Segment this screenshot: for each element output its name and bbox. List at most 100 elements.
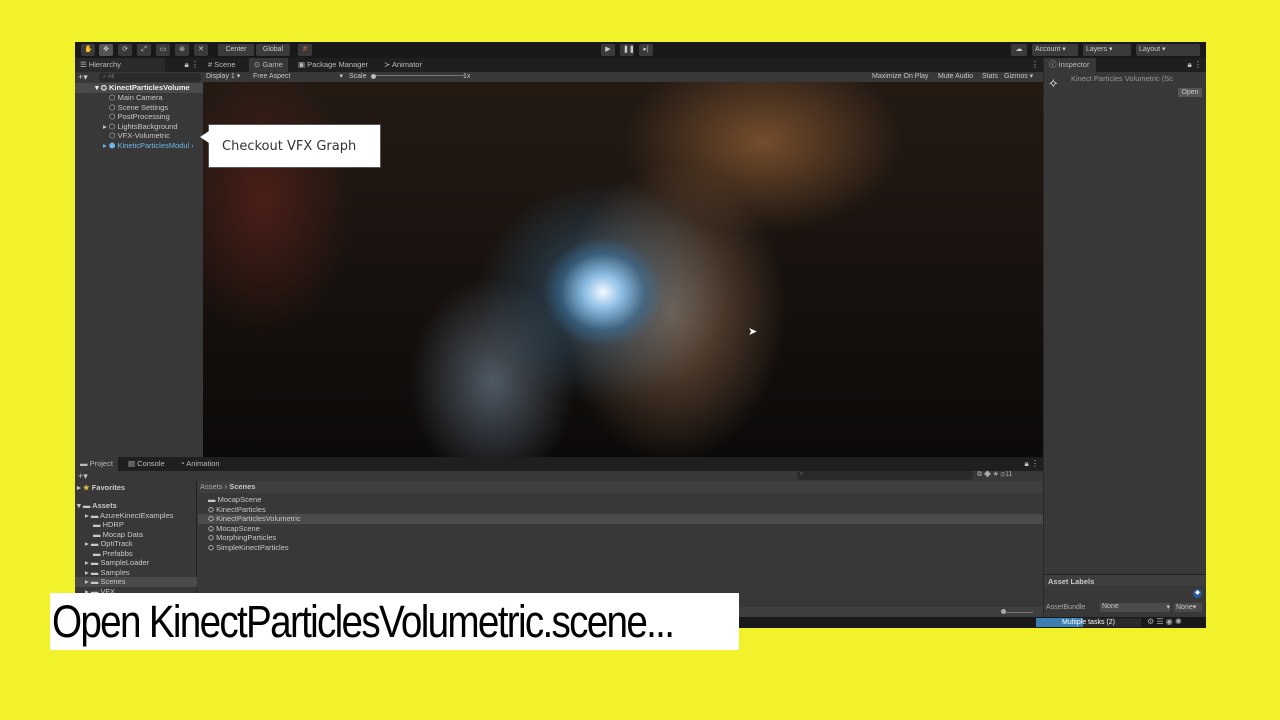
tab-label: Scene bbox=[214, 60, 236, 69]
scale-slider-handle[interactable] bbox=[371, 74, 376, 79]
variant-value: None bbox=[1176, 604, 1193, 611]
hand-tool-icon[interactable]: ✋ bbox=[81, 44, 95, 56]
tab-animation[interactable]: ◔ Animation bbox=[175, 457, 225, 471]
step-button[interactable]: ▸| bbox=[639, 44, 653, 56]
tag-icon[interactable]: ◆ bbox=[1193, 589, 1202, 598]
aspect-dropdown[interactable]: Free Aspect ▾ bbox=[253, 72, 343, 82]
hierarchy-item[interactable]: ⬡ Scene Settings bbox=[109, 103, 168, 113]
tab-animator[interactable]: ≻ Animator bbox=[379, 58, 427, 72]
caption-text: Open KinectParticlesVolumetric.scene... bbox=[52, 596, 675, 647]
hierarchy-tab-label: Hierarchy bbox=[88, 60, 121, 69]
tasks-label: Multiple tasks (2) bbox=[1062, 619, 1115, 626]
open-button[interactable]: Open bbox=[1178, 88, 1202, 97]
add-object-button[interactable]: +▾ bbox=[78, 72, 88, 83]
hierarchy-item[interactable]: ⬡ VFX-Volumetric bbox=[109, 131, 170, 141]
asset-variant-dropdown[interactable]: None▾ bbox=[1174, 603, 1202, 612]
pause-button[interactable]: ❚❚ bbox=[620, 44, 635, 56]
video-caption: Open KinectParticlesVolumetric.scene... bbox=[50, 593, 739, 650]
tab-label: Console bbox=[137, 459, 165, 468]
tab-project[interactable]: ▬ Project bbox=[75, 457, 118, 471]
tab-inspector[interactable]: ⓘ Inspector bbox=[1044, 58, 1096, 72]
folder-item[interactable]: ▸ ▬ OptiTrack bbox=[85, 539, 133, 549]
file-label: MocapScene bbox=[217, 495, 262, 504]
breadcrumb-scenes[interactable]: Scenes bbox=[229, 482, 255, 491]
folder-item[interactable]: ▬ Prefabbs bbox=[93, 549, 133, 559]
lock-icon[interactable]: 🔒︎ ⋮ bbox=[185, 60, 199, 70]
hierarchy-item[interactable]: ⬡ PostProcessing bbox=[109, 112, 170, 122]
assets-folder[interactable]: ▾ ▬ Assets bbox=[77, 501, 117, 511]
progress-bar[interactable]: Multiple tasks (2) bbox=[1036, 618, 1141, 627]
lock-icon[interactable]: 🔒︎ ⋮ bbox=[1025, 459, 1039, 469]
rect-tool-icon[interactable]: ▭ bbox=[156, 44, 170, 56]
folder-item[interactable]: ▸ ▬ AzureKinectExamples bbox=[85, 511, 173, 521]
asset-bundle-dropdown[interactable]: None ▾ bbox=[1100, 603, 1170, 612]
folder-label: HDRP bbox=[102, 520, 124, 529]
folder-label: AzureKinectExamples bbox=[100, 510, 174, 520]
status-icons[interactable]: ⚙ ☰ ◉ ✺ bbox=[1147, 617, 1182, 626]
gizmos-dropdown[interactable]: Gizmos ▾ bbox=[1004, 72, 1033, 82]
scene-root-label: KinectParticlesVolume bbox=[108, 83, 190, 92]
lock-icon[interactable]: 🔒︎ ⋮ bbox=[1188, 60, 1202, 70]
rotate-tool-icon[interactable]: ⟳ bbox=[118, 44, 132, 56]
tab-label: Project bbox=[89, 459, 113, 468]
tab-package-manager[interactable]: ▣ Package Manager bbox=[293, 58, 373, 72]
transform-tool-icon[interactable]: ⊛ bbox=[175, 44, 189, 56]
maximize-on-play-toggle[interactable]: Maximize On Play bbox=[872, 72, 928, 82]
scale-label: Scale bbox=[349, 73, 367, 80]
scene-root-item[interactable]: ▾ ⛭ KinectParticlesVolume bbox=[75, 83, 203, 93]
display-dropdown[interactable]: Display 1 ▾ bbox=[206, 72, 240, 82]
custom-tool-icon[interactable]: ✕ bbox=[194, 44, 208, 56]
file-item-selected[interactable]: ⛭ KinectParticlesVolumetric bbox=[198, 514, 1043, 524]
filter-icons[interactable]: ⧉ ◆ ★ ⊘11 bbox=[977, 471, 1012, 479]
account-label: Account bbox=[1035, 46, 1061, 53]
pivot-global-button[interactable]: Global bbox=[256, 44, 290, 56]
inspector-title: Kinect Particles Volumetric (Sc bbox=[1071, 74, 1174, 83]
layout-dropdown[interactable]: Layout ▾ bbox=[1136, 44, 1200, 56]
folder-item[interactable]: ▬ HDRP bbox=[93, 520, 124, 530]
file-item[interactable]: ⛭ SimpleKinectParticles bbox=[208, 543, 289, 553]
tab-game[interactable]: ⊙ Game bbox=[249, 58, 288, 72]
mute-audio-toggle[interactable]: Mute Audio bbox=[938, 72, 973, 82]
icon-size-slider[interactable] bbox=[1003, 612, 1033, 613]
mouse-cursor-icon: ➤ bbox=[748, 326, 758, 338]
breadcrumb: Assets › Scenes bbox=[198, 481, 1043, 493]
move-tool-icon[interactable]: ✥ bbox=[99, 44, 113, 56]
file-item[interactable]: ⛭ MorphingParticles bbox=[208, 533, 276, 543]
folder-item[interactable]: ▸ ▬ SampleLoader bbox=[85, 558, 149, 568]
tab-console[interactable]: ▤ Console bbox=[123, 457, 170, 471]
main-toolbar: ✋ ✥ ⟳ ⤢ ▭ ⊛ ✕ Center Global # ▶ ❚❚ ▸| ☁ … bbox=[75, 42, 1206, 58]
file-item[interactable]: ⛭ KinectParticles bbox=[208, 505, 266, 515]
play-button[interactable]: ▶ bbox=[601, 44, 615, 56]
tab-hierarchy[interactable]: ☰ Hierarchy bbox=[75, 58, 165, 72]
hierarchy-search-input[interactable]: ⌕ All bbox=[99, 73, 201, 82]
item-label: VFX-Volumetric bbox=[117, 131, 170, 140]
hierarchy-item[interactable]: ▸ ⬡ LightsBackground bbox=[103, 122, 178, 132]
folder-item[interactable]: ▬ Mocap Data bbox=[93, 530, 143, 540]
account-dropdown[interactable]: Account ▾ bbox=[1032, 44, 1078, 56]
tab-scene[interactable]: # Scene bbox=[203, 58, 241, 72]
file-label: KinectParticlesVolumetric bbox=[216, 514, 301, 523]
hierarchy-item[interactable]: ⬡ Main Camera bbox=[109, 93, 163, 103]
folder-item[interactable]: ▸ ▬ Samples bbox=[85, 568, 130, 578]
inspector-panel: ⓘ Inspector 🔒︎ ⋮ ⟡ Kinect Particles Volum… bbox=[1044, 58, 1206, 617]
pivot-center-button[interactable]: Center bbox=[218, 44, 254, 56]
stats-toggle[interactable]: Stats bbox=[982, 72, 998, 82]
assets-label: Assets bbox=[92, 501, 117, 510]
item-label: LightsBackground bbox=[117, 121, 178, 131]
scale-tool-icon[interactable]: ⤢ bbox=[137, 44, 151, 56]
more-icon[interactable]: ⋮ bbox=[1031, 60, 1039, 69]
bundle-value: None bbox=[1102, 603, 1119, 610]
favorites-item[interactable]: ▸ ★ Favorites bbox=[77, 483, 125, 493]
file-item[interactable]: ▬ MocapScene bbox=[208, 495, 261, 505]
unity-scene-icon: ⟡ bbox=[1049, 75, 1058, 90]
project-search-input[interactable]: ⌕ bbox=[797, 471, 973, 480]
cloud-icon[interactable]: ☁ bbox=[1011, 44, 1027, 56]
breadcrumb-assets[interactable]: Assets bbox=[200, 482, 223, 491]
folder-item-selected[interactable]: ▸ ▬ Scenes bbox=[75, 577, 197, 587]
scale-slider[interactable] bbox=[373, 75, 465, 76]
layers-dropdown[interactable]: Layers ▾ bbox=[1083, 44, 1131, 56]
icon-size-handle[interactable] bbox=[1001, 609, 1006, 614]
file-item[interactable]: ⛭ MocapScene bbox=[208, 524, 260, 534]
grid-snap-icon[interactable]: # bbox=[298, 44, 312, 56]
hierarchy-item-prefab[interactable]: ▸ ⬢ KineticParticlesModul › bbox=[103, 141, 194, 151]
